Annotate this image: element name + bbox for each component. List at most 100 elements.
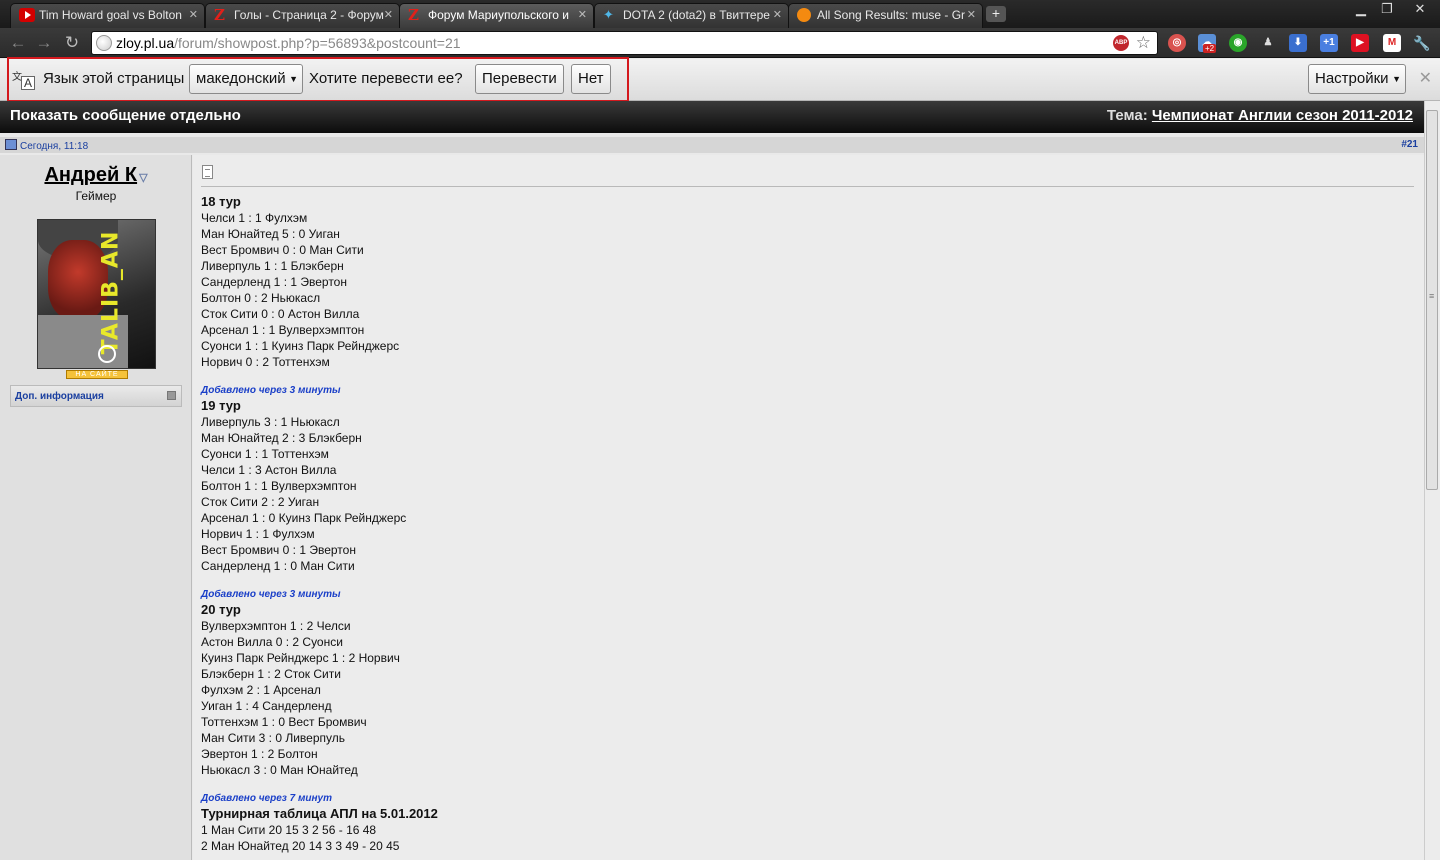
settings-button-label: Настройки [1315,70,1389,87]
highlight-frame [7,57,629,102]
close-tab-icon[interactable]: ✕ [773,4,782,26]
new-tab-button[interactable]: + [986,6,1006,22]
close-window-icon[interactable]: ✕ [1402,0,1438,20]
more-info-toggle[interactable]: Доп. информация [10,385,182,407]
plus-one-icon[interactable]: +1 [1320,34,1338,52]
tab-strip: Tim Howard goal vs Bolton ✕ Z Голы - Стр… [0,0,1440,28]
match-line: Астон Вилла 0 : 2 Суонси [201,635,343,649]
page-header: Показать сообщение отдельно Тема: Чемпио… [0,101,1440,133]
page-title: Показать сообщение отдельно [10,107,241,124]
match-line: Суонси 1 : 1 Тоттенхэм [201,447,329,461]
match-line: Ман Юнайтед 5 : 0 Уиган [201,227,340,241]
youtube-icon [19,8,35,22]
restore-icon[interactable]: ❐ [1374,0,1400,20]
zloy-icon: Z [408,6,419,24]
globe-icon [96,35,112,51]
match-line: Тоттенхэм 1 : 0 Вест Бромвич [201,715,367,729]
post-number[interactable]: #21 [1401,139,1418,150]
post-round: Добавлено через 7 минут Турнирная таблица… [201,792,1401,854]
chevron-down-icon: ▼ [1392,74,1401,84]
match-line: Вулверхэмптон 1 : 2 Челси [201,619,351,633]
close-tab-icon[interactable]: ✕ [578,4,587,26]
match-line: Ливерпуль 3 : 1 Ньюкасл [201,415,340,429]
more-info-label: Доп. информация [15,391,104,402]
match-line: Куинз Парк Рейнджерс 1 : 2 Норвич [201,651,400,665]
match-line: Ливерпуль 1 : 1 Блэкберн [201,259,344,273]
post-round: 18 тур Челси 1 : 1 Фулхэм Ман Юнайтед 5 : … [201,194,1401,370]
close-tab-icon[interactable]: ✕ [384,4,393,26]
match-line: Сандерленд 1 : 0 Ман Сити [201,559,355,573]
close-tab-icon[interactable]: ✕ [189,4,198,26]
adblock-icon[interactable]: ABP [1113,35,1129,51]
collapse-icon[interactable] [167,391,176,400]
user-menu-arrow-icon[interactable]: ▽ [139,171,147,184]
user-panel: Андрей К ▽ Геймер TALIB_AN НА САЙТЕ Доп. … [0,155,192,860]
tab-title: All Song Results: muse - Gr [817,8,966,22]
match-line: Ман Сити 3 : 0 Ливерпуль [201,731,346,745]
wrench-icon[interactable]: 🔧 [1413,34,1431,52]
match-line: Норвич 1 : 1 Фулхэм [201,527,315,541]
match-line: Сток Сити 2 : 2 Уиган [201,495,320,509]
match-line: Болтон 1 : 1 Вулверхэмптон [201,479,357,493]
match-line: Болтон 0 : 2 Ньюкасл [201,291,321,305]
minimize-icon[interactable]: ▁ [1348,0,1374,20]
match-line: Уиган 1 : 4 Сандерленд [201,699,332,713]
round-title: Турнирная таблица АПЛ на 5.01.2012 [201,806,438,821]
close-tab-icon[interactable]: ✕ [967,4,976,26]
match-line: Эвертон 1 : 2 Болтон [201,747,318,761]
bookmark-star-icon[interactable]: ☆ [1136,32,1151,54]
match-line: Арсенал 1 : 1 Вулверхэмптон [201,323,365,337]
match-line: Ньюкасл 3 : 0 Ман Юнайтед [201,763,358,777]
post-date-bar: Сегодня, 11:18 #21 [0,137,1424,153]
match-line: Челси 1 : 1 Фулхэм [201,211,308,225]
topic-info: Тема: Чемпионат Англии сезон 2011-2012 [1107,107,1413,124]
match-line: 1 Ман Сити 20 15 3 2 56 - 16 48 [201,823,377,837]
post-icon [202,165,213,179]
tab-forum[interactable]: Z Форум Мариупольского и ✕ [399,3,594,28]
user-title: Геймер [75,189,117,203]
match-line: Блэкберн 1 : 2 Сток Сити [201,667,341,681]
match-line: Сток Сити 0 : 0 Астон Вилла [201,307,360,321]
post-round: Добавлено через 3 минуты 19 тур Ливерпуль … [201,384,1401,574]
post-round: Добавлено через 3 минуты 20 тур Вулверхэмп… [201,588,1401,778]
topic-link[interactable]: Чемпионат Англии сезон 2011-2012 [1152,107,1413,124]
chess-icon[interactable]: ♟ [1259,34,1277,52]
tab-grooveshark[interactable]: All Song Results: muse - Gr ✕ [788,3,983,28]
youtube-extension-icon[interactable]: ▶ [1351,34,1369,52]
added-later-note: Добавлено через 3 минуты [201,385,341,396]
tab-twitter[interactable]: ✦ DOTA 2 (dota2) в Твиттере ✕ [594,3,789,28]
topic-label: Тема: [1106,107,1148,124]
avatar: TALIB_AN [37,219,156,369]
round-title: 18 тур [201,194,241,209]
forward-icon[interactable]: → [34,33,54,53]
post-date[interactable]: Сегодня, 11:18 [5,139,88,152]
match-line: 2 Ман Юнайтед 20 14 3 3 49 - 20 45 [201,839,400,853]
back-icon[interactable]: ← [8,33,28,53]
round-title: 20 тур [201,602,241,617]
globe-extension-icon[interactable]: ◉ [1229,34,1247,52]
reload-icon[interactable]: ↻ [62,33,82,53]
tab-goals[interactable]: Z Голы - Страница 2 - Форум ✕ [205,3,400,28]
gmail-icon[interactable]: M [1383,34,1401,52]
post-body: 18 тур Челси 1 : 1 Фулхэм Ман Юнайтед 5 : … [193,155,1424,860]
tab-title: Форум Мариупольского и [428,8,570,22]
scrollbar-thumb[interactable] [1426,110,1438,490]
settings-button[interactable]: Настройки ▼ [1308,64,1406,94]
linkin-park-logo-icon [98,345,116,363]
added-later-note: Добавлено через 7 минут [201,793,332,804]
download-icon[interactable]: ⬇ [1289,34,1307,52]
extension-icon[interactable]: ◎ [1168,34,1186,52]
tab-title: DOTA 2 (dota2) в Твиттере [623,8,770,22]
username-text[interactable]: Андрей К [44,164,137,186]
zloy-icon: Z [214,6,225,24]
grooveshark-icon [797,8,811,22]
match-line: Норвич 0 : 2 Тоттенхэм [201,355,330,369]
match-line: Вест Бромвич 0 : 0 Ман Сити [201,243,364,257]
close-translate-bar-icon[interactable]: ✕ [1419,68,1432,88]
username[interactable]: Андрей К ▽ [0,164,192,187]
tab-youtube[interactable]: Tim Howard goal vs Bolton ✕ [10,3,205,28]
post-content: 18 тур Челси 1 : 1 Фулхэм Ман Юнайтед 5 : … [201,194,1401,860]
divider [201,186,1414,187]
address-bar[interactable]: zloy.pl.ua/forum/showpost.php?p=56893&po… [91,31,1158,55]
avatar-text: TALIB_AN [98,230,124,355]
